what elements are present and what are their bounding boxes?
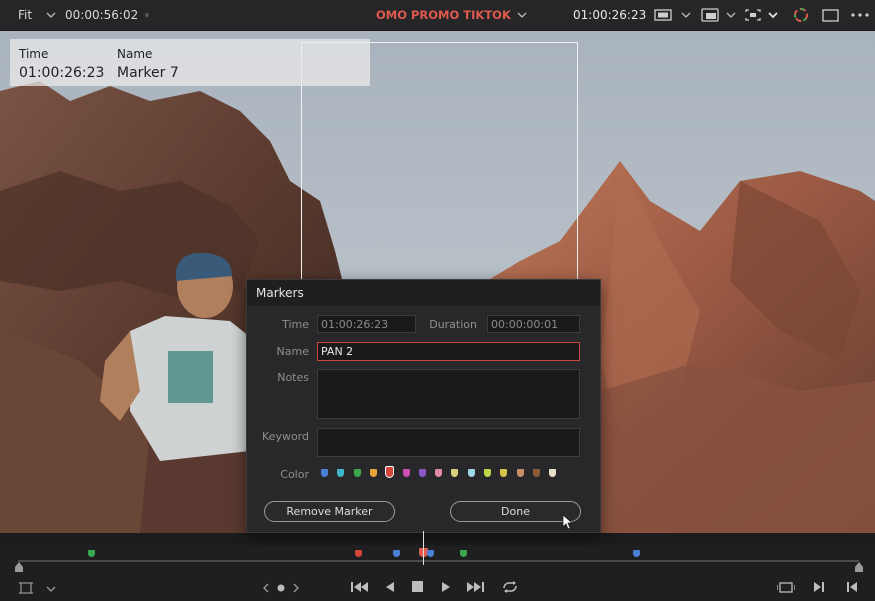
duration-field[interactable]: 00:00:00:01 [487,315,580,333]
match-frame-icon[interactable] [777,581,795,594]
color-swatch[interactable] [353,469,361,477]
color-swatch[interactable] [369,469,377,477]
chevron-down-icon[interactable] [46,586,56,592]
overlay-time-value: 01:00:26:23 [19,65,105,81]
jog-left-icon[interactable] [263,583,269,593]
single-viewer-button[interactable] [822,0,840,30]
color-label: Color [280,468,309,481]
color-swatch[interactable] [516,469,524,477]
timeline-marker[interactable] [460,550,467,557]
color-swatch[interactable] [549,469,557,477]
color-swatch[interactable] [435,469,443,477]
timeline-marker[interactable] [355,550,362,557]
play-reverse-icon[interactable] [385,581,395,593]
name-field[interactable]: PAN 2 [317,342,580,361]
name-label: Name [276,345,309,358]
color-wheel-icon [794,8,808,22]
viewer-layout-icon [822,8,839,22]
duration-label: Duration [429,318,477,331]
color-swatch[interactable] [532,469,540,477]
time-label: Time [282,318,309,331]
timeline-marker[interactable] [633,550,640,557]
notes-field[interactable] [317,369,580,419]
overlay-name-value: Marker 7 [117,65,179,81]
timeline-scrubber[interactable] [0,531,875,601]
color-swatch[interactable] [451,469,459,477]
zoom-dropdown[interactable]: Fit [18,0,56,30]
color-swatch[interactable] [500,469,508,477]
mouse-cursor-icon [562,514,574,530]
overlay-time-label: Time [19,47,49,61]
overlay-name-label: Name [117,47,153,61]
range-end-icon[interactable] [855,562,863,572]
color-swatch[interactable] [385,466,395,478]
marker-overlay: Time 01:00:26:23 Name Marker 7 [10,39,370,86]
jog-right-icon[interactable] [293,583,299,593]
jog-dot-icon[interactable] [277,584,285,592]
keyword-field[interactable] [317,428,580,457]
time-field[interactable]: 01:00:26:23 [317,315,416,333]
zoom-label: Fit [18,8,33,22]
more-options-button[interactable] [851,0,869,30]
viewer-mode-button[interactable] [654,0,691,30]
color-wheel-button[interactable] [793,0,809,30]
color-swatch[interactable] [321,469,328,477]
transform-icon [745,9,761,21]
hdr-icon [701,8,719,22]
project-title: OMO PROMO TIKTOK [376,8,511,22]
scrub-bar[interactable] [18,560,859,562]
play-icon[interactable] [441,581,451,593]
previous-edit-icon[interactable] [846,581,858,593]
remove-marker-button[interactable]: Remove Marker [264,501,395,522]
loop-icon[interactable] [501,580,519,594]
color-swatch[interactable] [418,469,426,477]
go-to-start-icon[interactable] [351,581,369,593]
source-timecode: 00:00:56:02 [65,8,139,22]
next-edit-icon[interactable] [813,581,825,593]
keyword-label: Keyword [262,430,309,443]
crop-icon[interactable] [19,581,33,595]
project-title-dropdown[interactable]: OMO PROMO TIKTOK [376,0,527,30]
color-swatch[interactable] [337,469,345,477]
chevron-down-icon [681,12,691,18]
color-swatch[interactable] [402,469,410,477]
more-icon [851,13,869,17]
chevron-down-icon [46,12,56,18]
timeline-marker[interactable] [427,550,434,557]
markers-dialog: Markers Time 01:00:26:23 Duration 00:00:… [246,279,601,533]
timeline-marker[interactable] [393,550,400,557]
dialog-title: Markers [247,280,600,306]
stop-icon[interactable] [412,581,423,592]
go-to-end-icon[interactable] [466,581,484,593]
chevron-down-icon [726,12,736,18]
timeline-marker[interactable] [88,550,95,557]
chevron-down-icon [517,12,527,18]
chevron-down-icon [768,11,778,18]
hdr-button[interactable] [701,0,736,30]
range-start-icon[interactable] [15,562,23,572]
transform-button[interactable] [744,0,778,30]
color-swatch[interactable] [467,469,475,477]
playhead[interactable] [423,531,424,565]
color-swatch[interactable] [484,469,491,477]
record-timecode: 01:00:26:23 [573,8,647,22]
options-dot-icon[interactable] [144,0,150,30]
viewer-header: Fit 00:00:56:02 OMO PROMO TIKTOK 01:00:2… [0,0,875,30]
frame-icon [654,9,672,21]
notes-label: Notes [277,371,309,384]
